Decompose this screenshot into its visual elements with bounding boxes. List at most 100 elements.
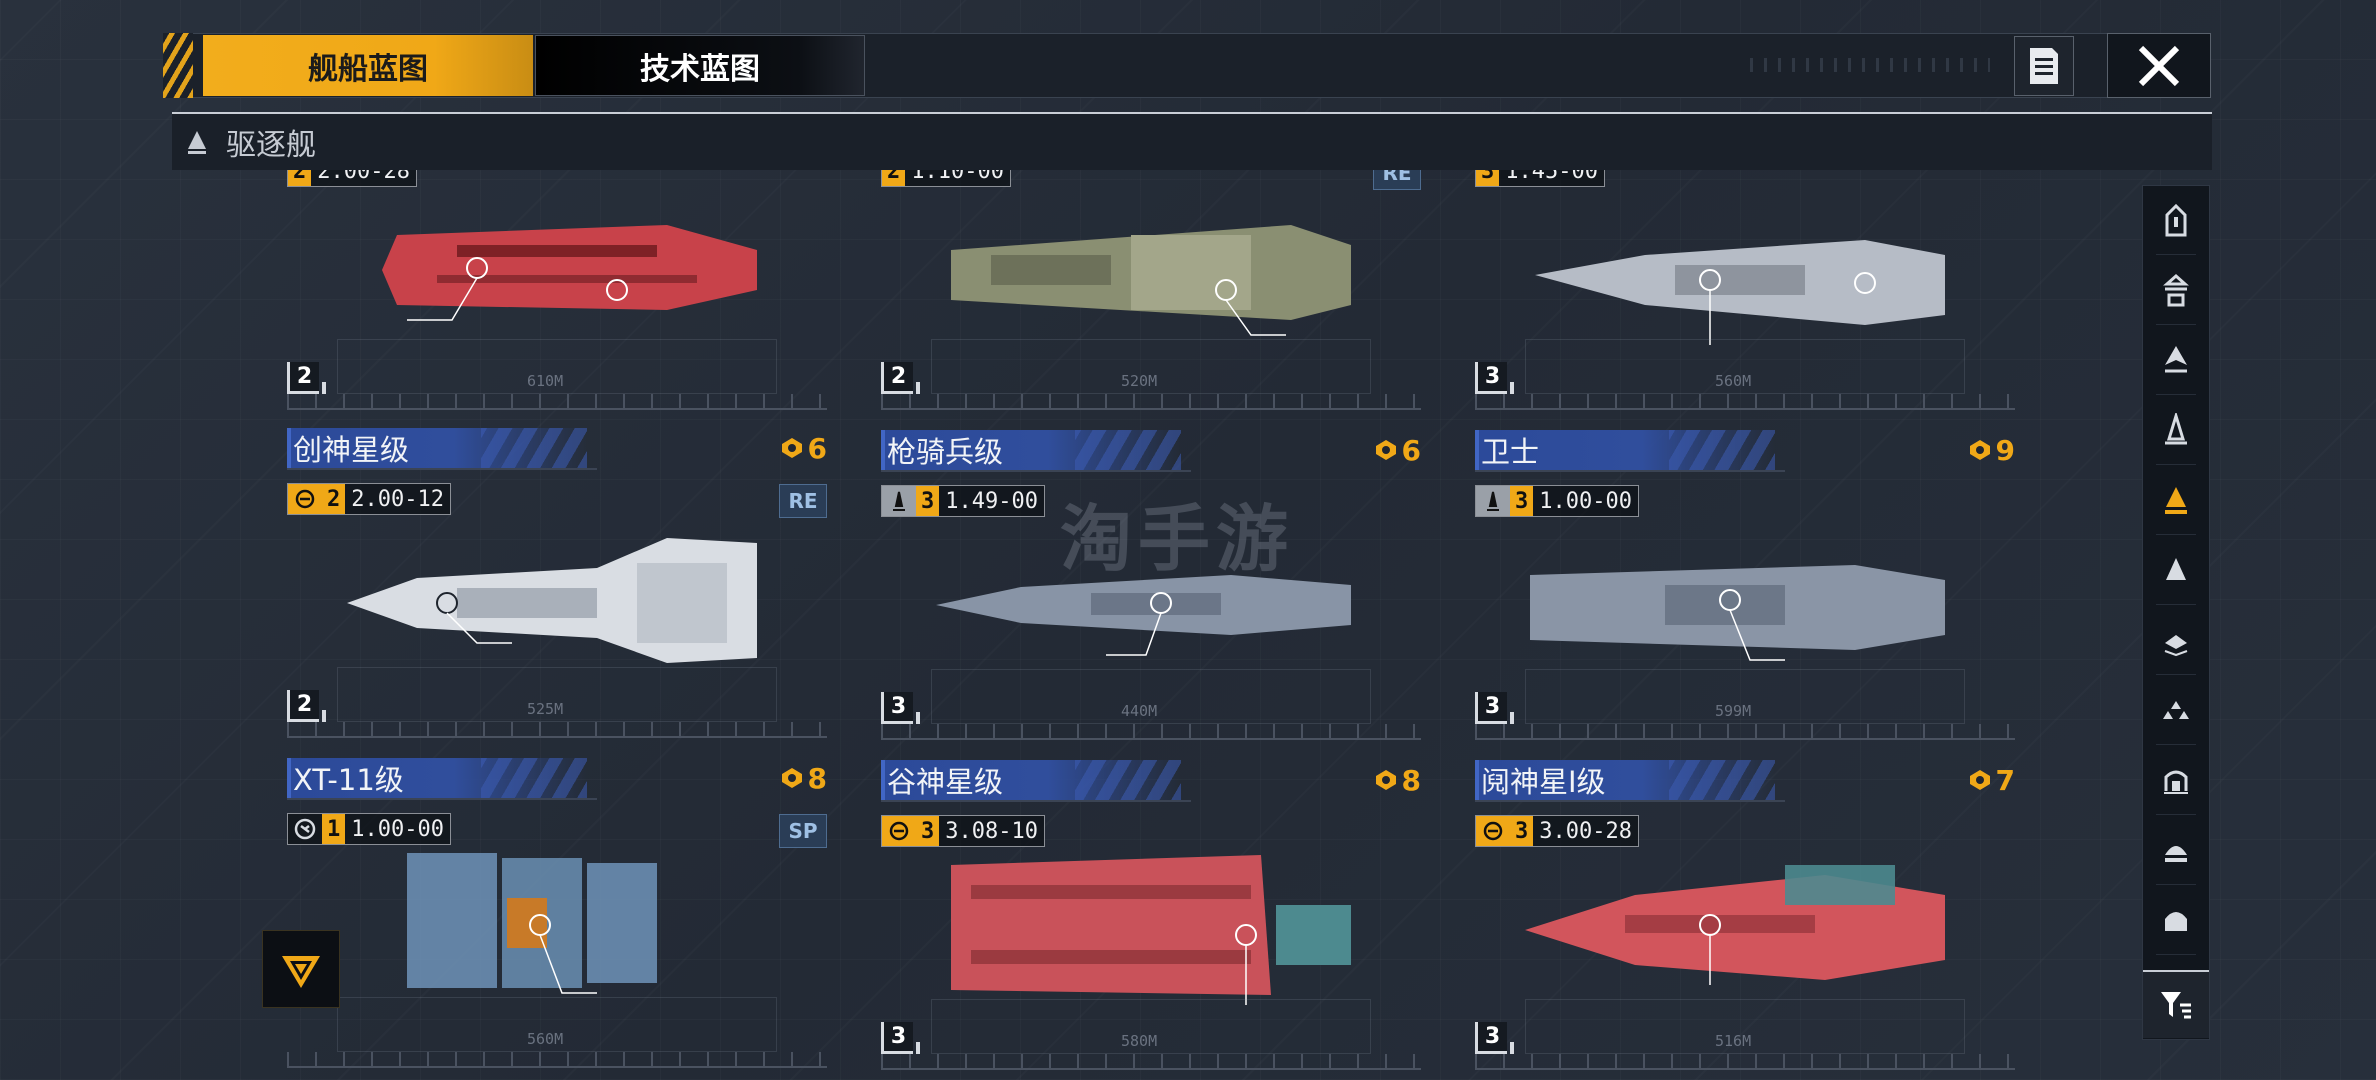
ship-stat-suffix: 00	[417, 816, 444, 842]
stat-type-icon	[288, 484, 322, 514]
ship-card[interactable]: 阋神星I级 7 3 3.00-28 516M 3	[1475, 760, 2015, 1070]
triangle-down-icon	[282, 956, 320, 988]
ship-stat-suffix: 00	[1011, 488, 1038, 514]
cruiser-icon	[2165, 346, 2187, 373]
ship-length: 599M	[1715, 702, 1752, 720]
rail-auxiliary[interactable]	[2142, 605, 2210, 675]
ship-card[interactable]: 2 2.00-28 610M 2	[287, 170, 827, 410]
ship-score-value: 9	[1995, 433, 2015, 467]
top-bar-accent	[163, 33, 193, 98]
ship-image	[1525, 865, 1945, 985]
ship-card[interactable]: 2 1.10-00 RE 520M 2	[881, 170, 1421, 410]
name-underline	[1475, 800, 1785, 802]
document-list-icon	[2030, 48, 2058, 84]
ship-stat-suffix: 10	[1011, 818, 1038, 844]
ship-level: 2	[287, 690, 326, 722]
tab-tech-blueprint[interactable]: 技术蓝图	[535, 35, 865, 96]
ship-score: 8	[780, 758, 827, 798]
rail-dome[interactable]	[2142, 815, 2210, 885]
ship-name: 阋神星I级	[1481, 765, 1606, 799]
card-baseline	[287, 722, 827, 738]
ship-stat-value: 1.49	[945, 488, 999, 514]
name-underline	[881, 800, 1191, 802]
ship-stat: 3 1.49-00	[881, 485, 1045, 517]
collapse-panel-button[interactable]	[262, 930, 340, 1008]
ship-stat-value: 2.00	[317, 170, 371, 184]
ship-card[interactable]: 3 1.45-00 560M 3	[1475, 170, 2015, 410]
ship-tier: 2	[882, 170, 906, 186]
ship-length: 610M	[527, 372, 564, 390]
ship-image	[951, 225, 1351, 336]
close-button[interactable]	[2107, 33, 2211, 98]
ship-image	[382, 225, 757, 321]
ship-stat: 3 1.45-00	[1475, 170, 1605, 187]
ship-card[interactable]: 创神星级 6 2 2.00-12 RE 525M 2	[287, 428, 827, 738]
ship-stat-value: 1.00	[1539, 488, 1593, 514]
ship-score: 6	[1374, 430, 1421, 470]
ship-name-plate: XT-11级	[287, 758, 587, 798]
corvette-icon	[2166, 558, 2186, 580]
filter-button[interactable]	[2143, 970, 2209, 1038]
stat-type-icon	[1476, 486, 1510, 516]
ship-name: 创神星级	[293, 433, 410, 467]
name-underline	[1475, 470, 1785, 472]
list-button[interactable]	[2014, 36, 2074, 96]
name-underline	[287, 468, 597, 470]
tab-ship-blueprint[interactable]: 舰船蓝图	[203, 35, 533, 96]
ship-stat-value: 1.10	[911, 170, 965, 184]
rail-cruiser[interactable]	[2142, 325, 2210, 395]
ship-stat: 2 2.00-28	[287, 170, 417, 187]
battlecruiser-icon	[2163, 273, 2189, 307]
ship-score-value: 8	[1401, 763, 1421, 797]
card-baseline	[287, 394, 827, 410]
filter-icon	[2161, 992, 2191, 1019]
ship-score-value: 7	[1995, 763, 2015, 797]
ship-level: 3	[1475, 362, 1514, 394]
rail-corvette[interactable]	[2142, 535, 2210, 605]
ship-badge: RE	[1373, 170, 1421, 190]
close-icon	[2138, 45, 2180, 86]
ship-length: 440M	[1121, 702, 1158, 720]
rail-destroyer-selected[interactable]	[2142, 465, 2210, 535]
stat-type-icon	[288, 814, 322, 844]
dome-icon	[2165, 846, 2187, 862]
ship-name: 枪骑兵级	[887, 435, 1004, 469]
ship-length: 516M	[1715, 1032, 1752, 1050]
blueprint-points-icon	[1375, 440, 1396, 460]
ship-stat-suffix: 28	[383, 170, 410, 184]
ship-card[interactable]: XT-11级 8 1 1.00-00 SP 560M	[287, 758, 827, 1068]
destroyer-icon	[2165, 487, 2187, 514]
ship-image	[1535, 240, 1945, 345]
ship-stat: 3 3.00-28	[1475, 815, 1639, 847]
ship-tier: 3	[1476, 170, 1500, 186]
blueprint-points-icon	[1969, 770, 1990, 790]
category-header[interactable]: 驱逐舰	[172, 112, 2212, 170]
ship-stat-suffix: 00	[1605, 488, 1632, 514]
ship-stat: 3 3.08-10	[881, 815, 1045, 847]
blueprint-points-icon	[781, 438, 802, 458]
rail-battlecruiser[interactable]	[2142, 255, 2210, 325]
ship-image	[936, 575, 1351, 656]
fighter-icon	[2163, 701, 2189, 719]
ship-row-top: 2 2.00-28 610M 2 2 1.10-00 RE 520M 2 3 1…	[0, 170, 2376, 410]
ship-card[interactable]: 谷神星级 8 3 3.08-10 580M 3	[881, 760, 1421, 1070]
ship-length: 525M	[527, 700, 564, 718]
hangar-icon	[2164, 770, 2188, 794]
blueprint-points-icon	[1969, 440, 1990, 460]
ship-score: 7	[1968, 760, 2015, 800]
ship-card[interactable]: 枪骑兵级 6 3 1.49-00 440M 3	[881, 430, 1421, 740]
ship-badge: SP	[779, 814, 827, 848]
ship-length: 560M	[527, 1030, 564, 1048]
ship-stat-value: 2.00	[351, 486, 405, 512]
ship-score: 9	[1968, 430, 2015, 470]
rail-carrier[interactable]	[2142, 185, 2210, 255]
rail-hangar[interactable]	[2142, 745, 2210, 815]
ship-card[interactable]: 卫士 9 3 1.00-00 599M 3	[1475, 430, 2015, 740]
rail-frigate[interactable]	[2142, 395, 2210, 465]
aux-ship-icon	[2164, 635, 2188, 657]
ship-stat: 2 1.10-00	[881, 170, 1011, 187]
ship-score-value: 6	[807, 431, 827, 465]
destroyer-icon	[188, 131, 206, 154]
rail-shield[interactable]	[2142, 885, 2210, 955]
rail-fighter[interactable]	[2142, 675, 2210, 745]
